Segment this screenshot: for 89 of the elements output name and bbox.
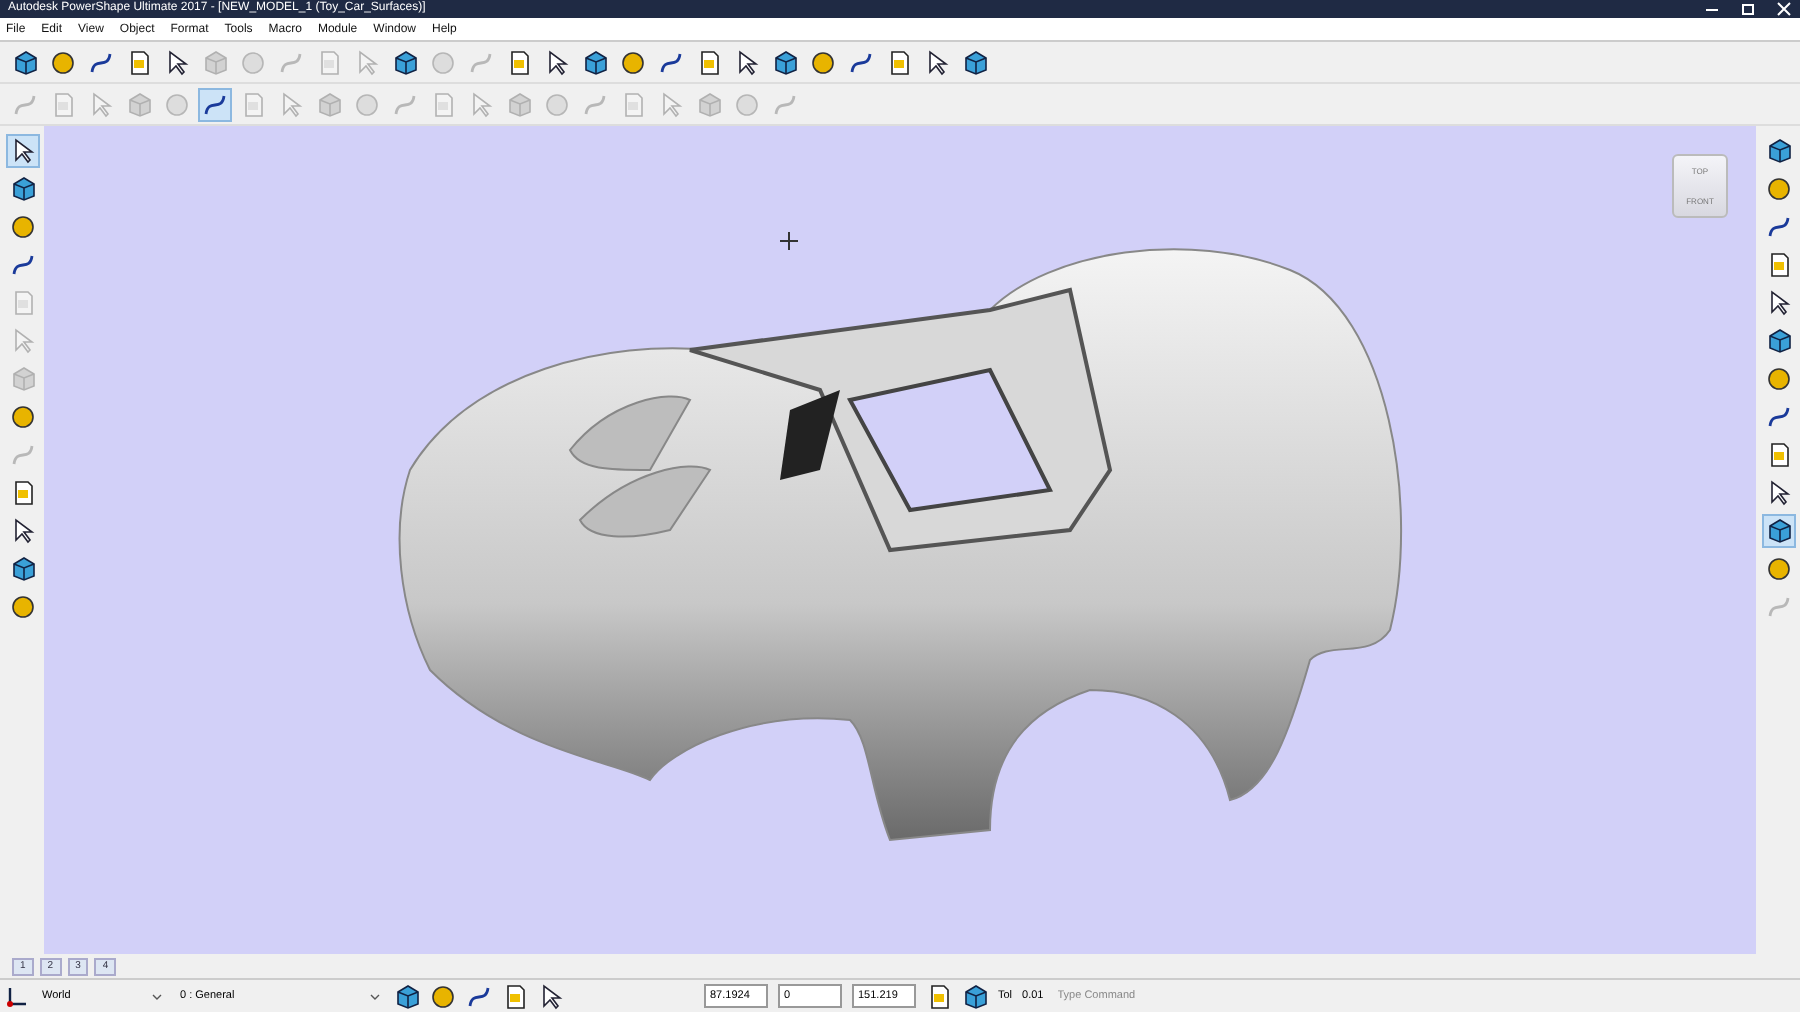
circle-icon: [164, 91, 190, 117]
circle-icon: [1765, 366, 1791, 392]
circle-icon: [354, 91, 380, 117]
document-icon: [886, 49, 912, 75]
cube-icon: [316, 91, 342, 117]
cube-icon: [9, 176, 35, 202]
pointer-icon: [468, 91, 494, 117]
pointer-icon: [9, 138, 35, 164]
cube-icon: [1765, 328, 1791, 354]
toolbar-button[interactable]: [198, 87, 232, 121]
cube-icon: [1765, 138, 1791, 164]
cube-icon: [9, 366, 35, 392]
circle-icon: [620, 49, 646, 75]
pointer-icon: [658, 91, 684, 117]
pointer-icon: [924, 49, 950, 75]
cube-icon: [202, 49, 228, 75]
document-icon: [240, 91, 266, 117]
curve-icon: [1765, 594, 1791, 620]
curve-icon: [582, 91, 608, 117]
curve-icon: [772, 91, 798, 117]
curve-icon: [202, 91, 228, 117]
pointer-icon: [538, 983, 564, 1009]
cube-icon: [12, 49, 38, 75]
curve-icon: [12, 91, 38, 117]
crosshair-cursor-icon: [780, 232, 798, 250]
document-icon: [696, 49, 722, 75]
document-icon: [1765, 442, 1791, 468]
curve-icon: [1765, 214, 1791, 240]
cube-icon: [506, 91, 532, 117]
cube-icon: [392, 49, 418, 75]
document-icon: [9, 480, 35, 506]
pointer-icon: [278, 91, 304, 117]
caret-icon: [152, 993, 162, 999]
cube-icon: [582, 49, 608, 75]
pointer-icon: [354, 49, 380, 75]
curve-icon: [658, 49, 684, 75]
cube-icon: [772, 49, 798, 75]
circle-icon: [734, 91, 760, 117]
circle-icon: [240, 49, 266, 75]
curve-icon: [466, 983, 492, 1009]
document-icon: [620, 91, 646, 117]
document-icon: [1765, 252, 1791, 278]
circle-icon: [544, 91, 570, 117]
toolbar-button[interactable]: [1761, 514, 1795, 548]
document-icon: [126, 49, 152, 75]
circle-icon: [9, 214, 35, 240]
document-icon: [9, 290, 35, 316]
cube-icon: [394, 983, 420, 1009]
circle-icon: [1765, 556, 1791, 582]
circle-icon: [50, 49, 76, 75]
document-icon: [316, 49, 342, 75]
pointer-icon: [544, 49, 570, 75]
document-icon: [430, 91, 456, 117]
pointer-icon: [164, 49, 190, 75]
cube-icon: [962, 983, 988, 1009]
pointer-icon: [9, 518, 35, 544]
restore-icon[interactable]: [1740, 2, 1756, 16]
cube-icon: [126, 91, 152, 117]
close-icon[interactable]: [1776, 2, 1792, 16]
document-icon: [50, 91, 76, 117]
circle-icon: [430, 983, 456, 1009]
curve-icon: [468, 49, 494, 75]
cube-icon: [696, 91, 722, 117]
pointer-icon: [1765, 480, 1791, 506]
curve-icon: [1765, 404, 1791, 430]
document-icon: [506, 49, 532, 75]
cube-icon: [9, 556, 35, 582]
circle-icon: [810, 49, 836, 75]
axes-icon: [6, 985, 28, 1007]
curve-icon: [9, 252, 35, 278]
circle-icon: [9, 404, 35, 430]
document-icon: [502, 983, 528, 1009]
toolbar-button[interactable]: [5, 134, 39, 168]
pointer-icon: [88, 91, 114, 117]
pointer-icon: [1765, 290, 1791, 316]
curve-icon: [392, 91, 418, 117]
curve-icon: [9, 442, 35, 468]
circle-icon: [430, 49, 456, 75]
pointer-icon: [734, 49, 760, 75]
cube-icon: [962, 49, 988, 75]
pointer-icon: [9, 328, 35, 354]
document-icon: [926, 983, 952, 1009]
curve-icon: [278, 49, 304, 75]
cube-icon: [1765, 518, 1791, 544]
curve-icon: [88, 49, 114, 75]
circle-icon: [1765, 176, 1791, 202]
circle-icon: [9, 594, 35, 620]
curve-icon: [848, 49, 874, 75]
caret-icon: [370, 993, 380, 999]
